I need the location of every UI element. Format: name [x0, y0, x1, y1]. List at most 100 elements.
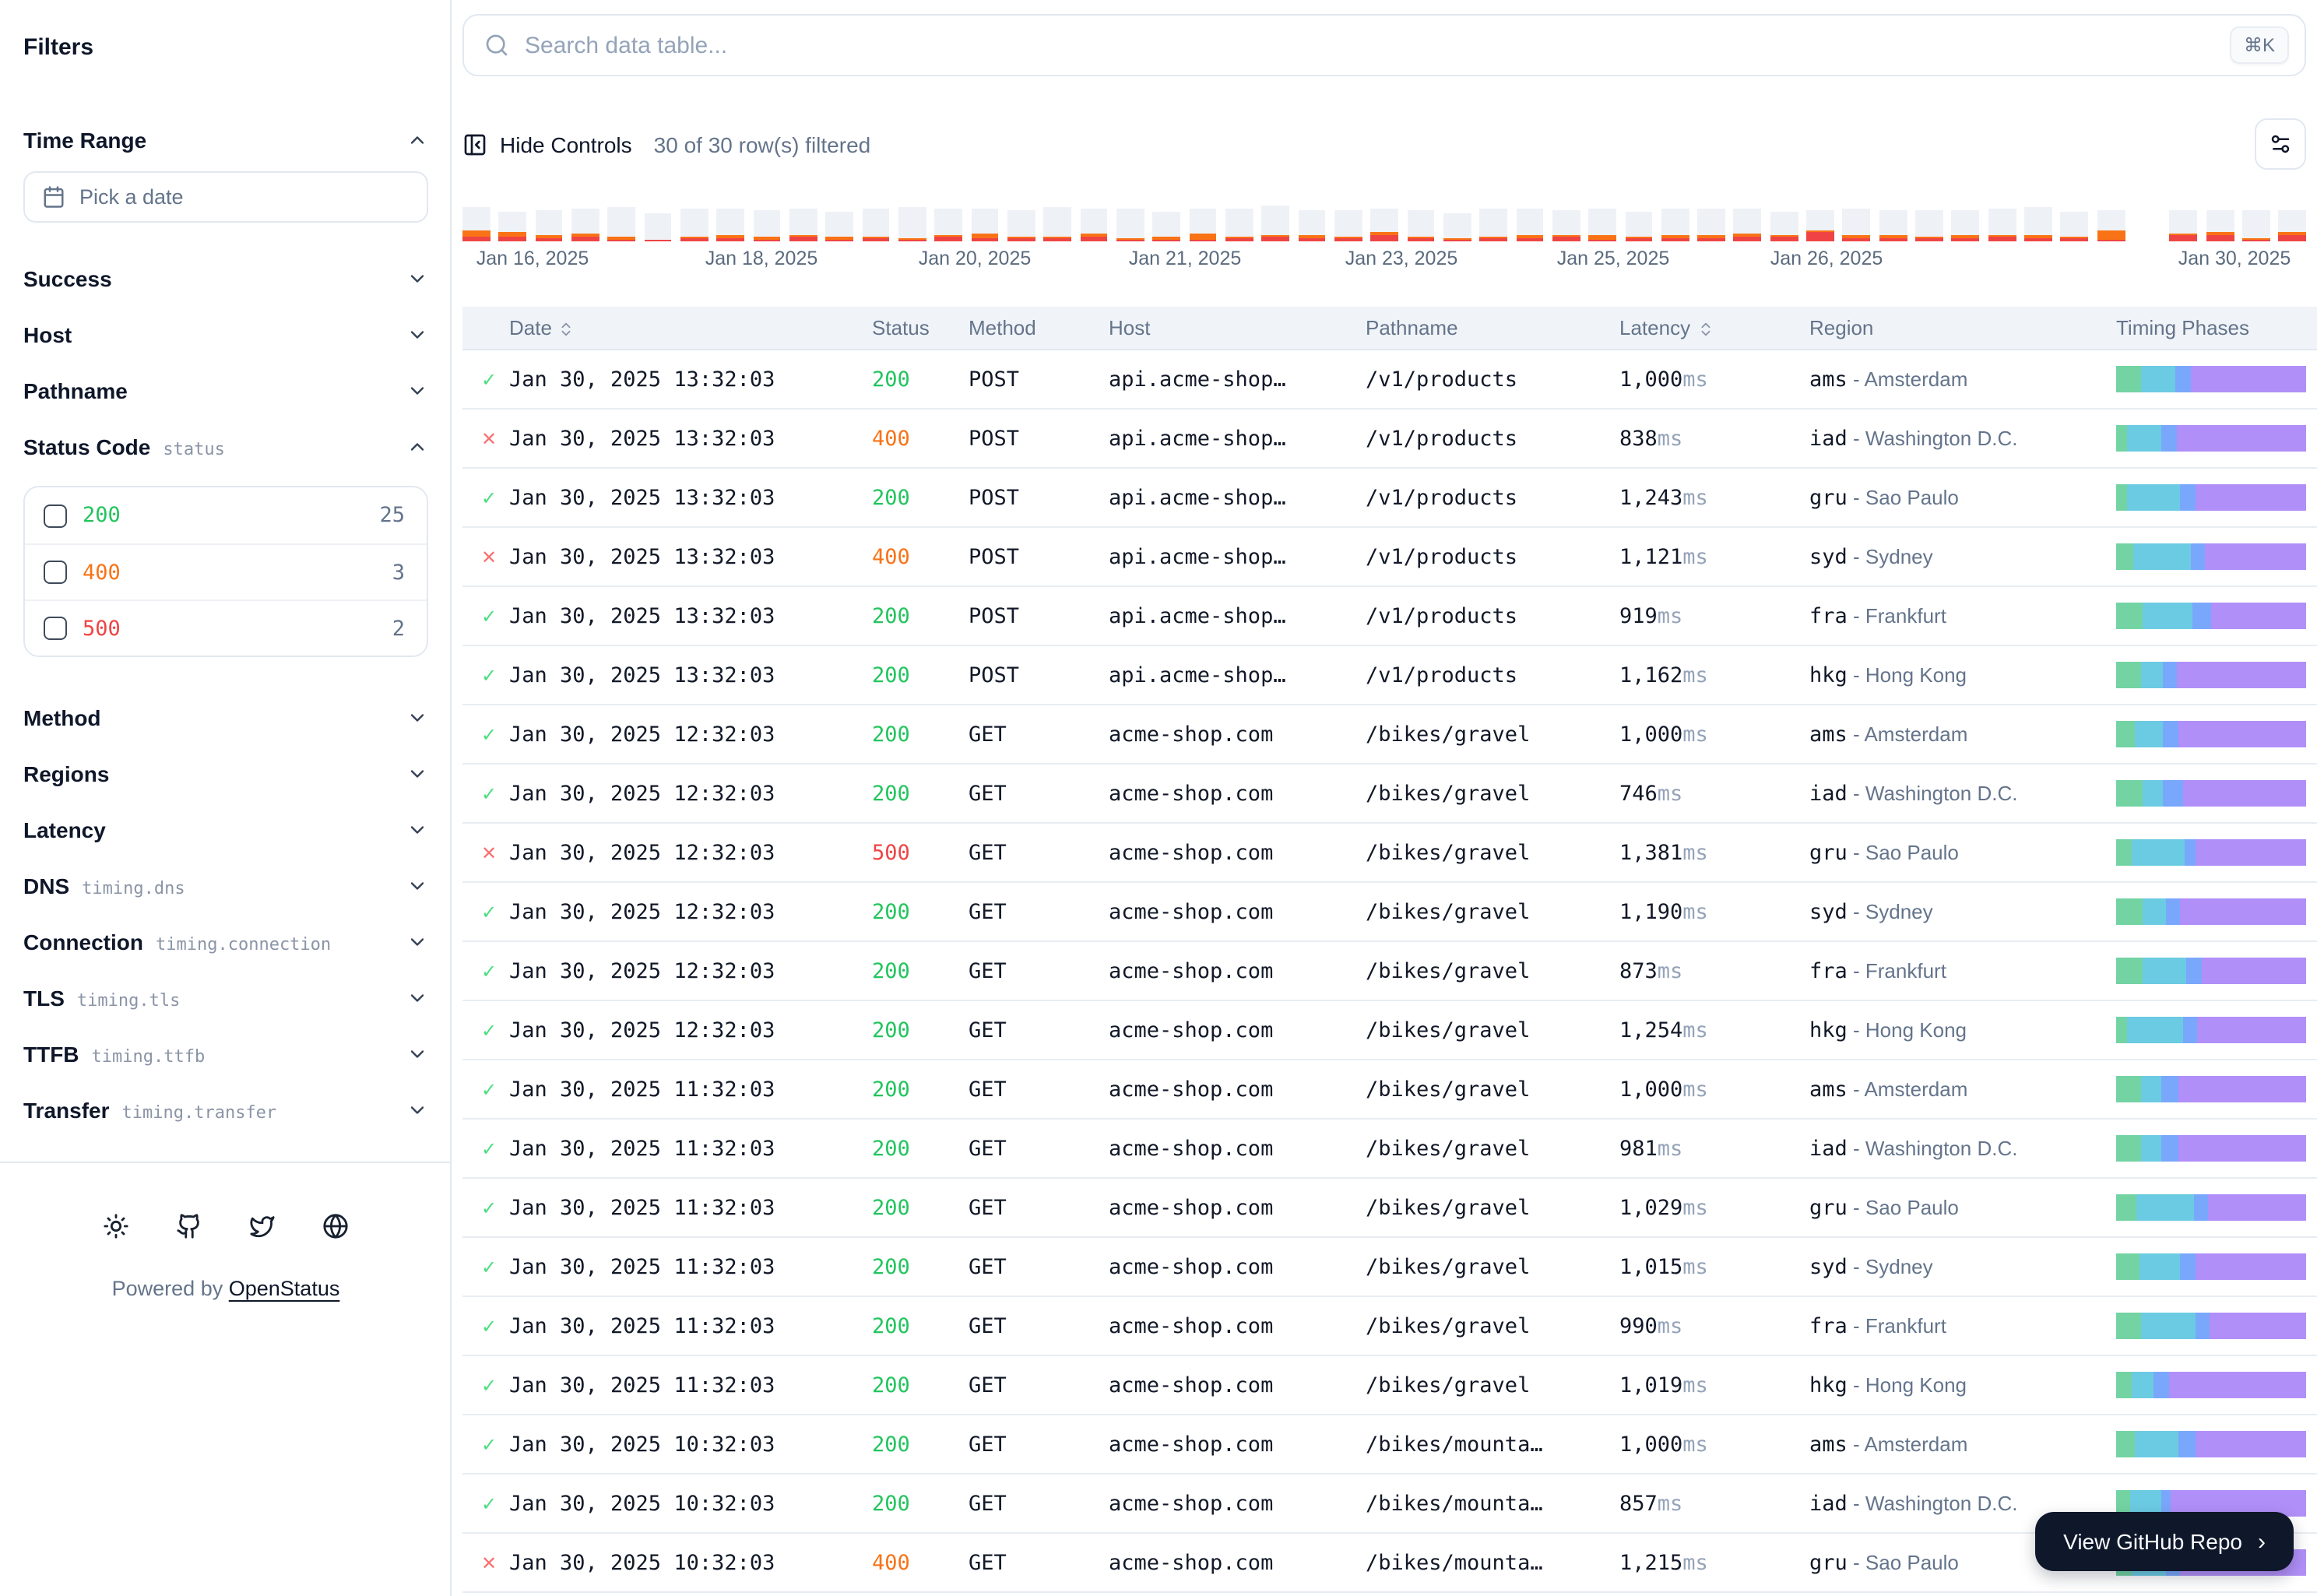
table-row[interactable]: ✕Jan 30, 2025 12:32:03500GETacme-shop.co…: [462, 824, 2317, 883]
view-options-button[interactable]: [2255, 118, 2306, 170]
histogram-bar[interactable]: [1952, 210, 1980, 241]
checkbox[interactable]: [44, 617, 67, 640]
histogram-bar[interactable]: [1806, 210, 1834, 241]
histogram-bar[interactable]: [1843, 209, 1871, 241]
histogram-bar[interactable]: [1407, 210, 1435, 241]
checkbox[interactable]: [44, 504, 67, 527]
twitter-link-button[interactable]: [237, 1201, 288, 1252]
table-row[interactable]: ✓Jan 30, 2025 12:32:03200GETacme-shop.co…: [462, 883, 2317, 942]
table-row[interactable]: ✓Jan 30, 2025 13:32:03200POSTapi.acme-sh…: [462, 350, 2317, 410]
hide-controls-button[interactable]: Hide Controls: [462, 132, 632, 156]
histogram-bar[interactable]: [1044, 207, 1072, 241]
histogram-bar[interactable]: [2097, 210, 2125, 241]
histogram-bar[interactable]: [1770, 212, 1798, 241]
sidebar-section-method[interactable]: Method: [23, 690, 428, 746]
histogram-bar[interactable]: [1588, 209, 1616, 241]
table-row[interactable]: ✓Jan 30, 2025 12:32:03200GETacme-shop.co…: [462, 1001, 2317, 1060]
checkbox[interactable]: [44, 561, 67, 584]
table-row[interactable]: ✓Jan 30, 2025 12:32:03200GETacme-shop.co…: [462, 765, 2317, 824]
histogram-bar[interactable]: [2170, 210, 2198, 241]
sort-icon[interactable]: [1696, 319, 1714, 336]
section-status-code[interactable]: Status Code status: [23, 419, 428, 475]
histogram-bar[interactable]: [1443, 213, 1471, 241]
histogram-bar[interactable]: [935, 209, 963, 241]
sidebar-section-connection[interactable]: Connectiontiming.connection: [23, 914, 428, 970]
sidebar-section-transfer[interactable]: Transfertiming.transfer: [23, 1082, 428, 1138]
histogram-bar[interactable]: [1116, 209, 1144, 241]
histogram-bar[interactable]: [2061, 212, 2089, 241]
sidebar-section-host[interactable]: Host: [23, 307, 428, 363]
sidebar-section-latency[interactable]: Latency: [23, 802, 428, 858]
table-row[interactable]: ✓Jan 30, 2025 12:32:03200GETacme-shop.co…: [462, 942, 2317, 1001]
histogram-bar[interactable]: [826, 212, 854, 241]
openstatus-link[interactable]: OpenStatus: [229, 1277, 340, 1300]
column-header-latency[interactable]: Latency: [1619, 316, 1809, 339]
histogram-bar[interactable]: [1261, 206, 1289, 241]
histogram-bar[interactable]: [2206, 210, 2234, 241]
histogram-bar[interactable]: [1334, 210, 1362, 241]
table-row[interactable]: ✓Jan 30, 2025 11:32:03200GETacme-shop.co…: [462, 1120, 2317, 1179]
table-row[interactable]: ✓Jan 30, 2025 11:32:03200GETacme-shop.co…: [462, 1297, 2317, 1356]
histogram-bar[interactable]: [1697, 209, 1725, 241]
sort-icon[interactable]: [558, 319, 575, 336]
histogram-bar[interactable]: [2242, 210, 2270, 241]
table-row[interactable]: ✓Jan 30, 2025 12:32:03200GETacme-shop.co…: [462, 705, 2317, 765]
histogram-bar[interactable]: [1516, 209, 1544, 241]
histogram-bar[interactable]: [1189, 209, 1217, 241]
sidebar-section-tls[interactable]: TLStiming.tls: [23, 970, 428, 1026]
website-link-button[interactable]: [310, 1201, 361, 1252]
histogram-bar[interactable]: [1879, 210, 1907, 241]
search-input[interactable]: [525, 32, 2214, 58]
table-row[interactable]: ✕Jan 30, 2025 13:32:03400POSTapi.acme-sh…: [462, 528, 2317, 587]
github-link-button[interactable]: [163, 1201, 215, 1252]
histogram-bar[interactable]: [1370, 209, 1398, 241]
theme-toggle-button[interactable]: [90, 1201, 142, 1252]
status-code-option-400[interactable]: 4003: [25, 543, 427, 599]
histogram-bar[interactable]: [462, 207, 490, 241]
histogram-bar[interactable]: [1007, 210, 1035, 241]
histogram-bar[interactable]: [1080, 209, 1108, 241]
histogram-bar[interactable]: [898, 207, 926, 241]
histogram-bar[interactable]: [680, 209, 708, 241]
table-row[interactable]: ✓Jan 30, 2025 13:32:03200POSTapi.acme-sh…: [462, 646, 2317, 705]
histogram-bar[interactable]: [1152, 212, 1180, 241]
histogram-bar[interactable]: [2279, 210, 2307, 241]
histogram-bar[interactable]: [1915, 210, 1943, 241]
table-row[interactable]: ✓Jan 30, 2025 11:32:03200GETacme-shop.co…: [462, 1356, 2317, 1415]
table-row[interactable]: ✓Jan 30, 2025 11:32:03200GETacme-shop.co…: [462, 1179, 2317, 1238]
sidebar-section-regions[interactable]: Regions: [23, 746, 428, 802]
histogram-bar[interactable]: [1479, 209, 1507, 241]
histogram-bar[interactable]: [1225, 209, 1253, 241]
sidebar-section-dns[interactable]: DNStiming.dns: [23, 858, 428, 914]
sidebar-section-pathname[interactable]: Pathname: [23, 363, 428, 419]
table-row[interactable]: ✕Jan 30, 2025 13:32:03400POSTapi.acme-sh…: [462, 410, 2317, 469]
histogram-bar[interactable]: [971, 209, 999, 241]
section-time-range[interactable]: Time Range: [23, 112, 428, 168]
histogram-bar[interactable]: [499, 212, 527, 241]
status-code-option-200[interactable]: 20025: [25, 487, 427, 543]
table-row[interactable]: ✓Jan 30, 2025 11:32:03200GETacme-shop.co…: [462, 1238, 2317, 1297]
histogram-bar[interactable]: [753, 210, 781, 241]
histogram-bar[interactable]: [1625, 212, 1653, 241]
status-code-option-500[interactable]: 5002: [25, 599, 427, 656]
column-header-date[interactable]: Date: [509, 316, 872, 339]
histogram-bar[interactable]: [608, 207, 636, 241]
table-row[interactable]: ✓Jan 30, 2025 13:32:03200POSTapi.acme-sh…: [462, 587, 2317, 646]
date-picker-trigger[interactable]: Pick a date: [23, 171, 428, 223]
histogram-bar[interactable]: [1734, 209, 1762, 241]
histogram-bar[interactable]: [1552, 210, 1580, 241]
sidebar-section-success[interactable]: Success: [23, 251, 428, 307]
histogram-bars[interactable]: [462, 206, 2306, 241]
histogram-bar[interactable]: [1661, 209, 1689, 241]
table-row[interactable]: ✓Jan 30, 2025 13:32:03200POSTapi.acme-sh…: [462, 469, 2317, 528]
view-github-repo-button[interactable]: View GitHub Repo ›: [2035, 1512, 2294, 1571]
histogram-bar[interactable]: [1988, 209, 2016, 241]
histogram-bar[interactable]: [571, 209, 599, 241]
histogram-bar[interactable]: [789, 209, 817, 241]
table-row[interactable]: ✓Jan 30, 2025 10:32:03200GETacme-shop.co…: [462, 1415, 2317, 1475]
sidebar-section-ttfb[interactable]: TTFBtiming.ttfb: [23, 1026, 428, 1082]
histogram-bar[interactable]: [535, 210, 563, 241]
histogram-bar[interactable]: [717, 209, 745, 241]
histogram-bar[interactable]: [1298, 210, 1326, 241]
table-row[interactable]: ✓Jan 30, 2025 11:32:03200GETacme-shop.co…: [462, 1060, 2317, 1120]
